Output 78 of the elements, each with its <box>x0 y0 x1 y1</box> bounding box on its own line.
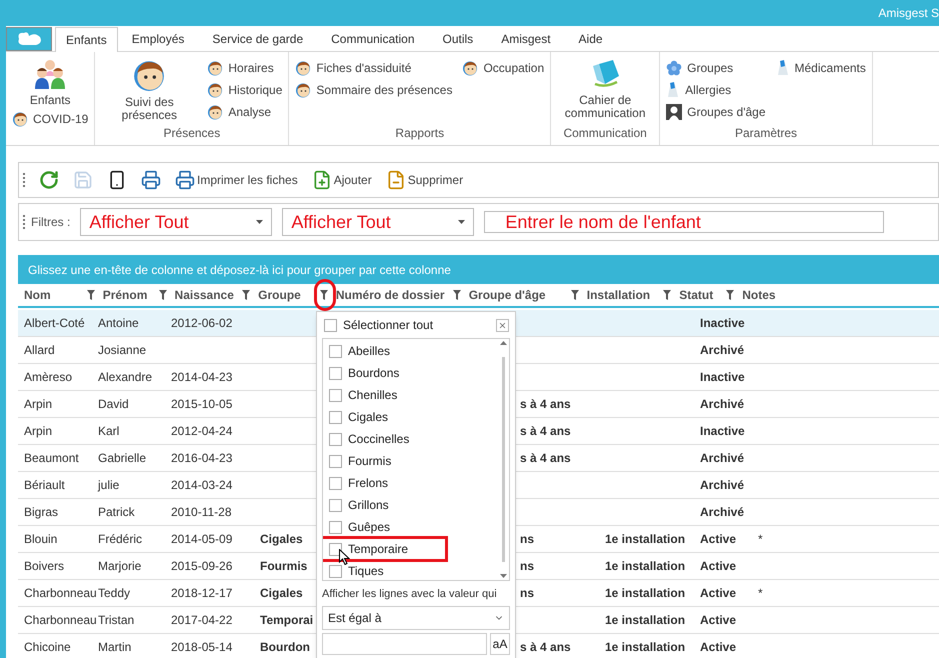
table-cell-text: Boivers <box>24 558 64 575</box>
table-cell-text: 1e installation <box>605 612 686 629</box>
table-cell-text: * <box>758 531 763 548</box>
table-cell-text: Amèreso <box>24 369 72 386</box>
table-cell-text: Archivé <box>700 342 744 359</box>
table-cell-text: Archivé <box>700 477 744 494</box>
table-cell-text: Bigras <box>24 504 58 521</box>
table-cell-text: Albert-Coté <box>24 315 85 332</box>
ribbon-group-label: Paramètres <box>734 125 798 142</box>
table-cell-text: Fourmis <box>260 558 308 575</box>
table-cell-text: Active <box>700 639 736 656</box>
table-cell-text: s à 4 ans <box>520 396 571 413</box>
ribbon-group-label: Communication <box>562 125 648 142</box>
table-cell-text: Cigales <box>260 585 303 602</box>
group-panel: Glissez une en-tête de colonne et déposez-là ici pour grouper par cette colonne <box>18 255 939 284</box>
table-cell-text: Antoine <box>98 315 139 332</box>
table-cell-text: Alexandre <box>98 369 152 386</box>
table-cell-text: Martin <box>98 639 132 656</box>
table-cell-text: Arpin <box>24 396 52 413</box>
ribbon-group-label: Rapports <box>394 125 446 142</box>
table-cell-text: julie <box>98 477 120 494</box>
table-cell-text: Gabrielle <box>98 450 146 467</box>
table-cell-text: Temporai <box>260 612 314 629</box>
table-cell-text: Charbonneau <box>24 585 97 602</box>
window-title: Amisgest S <box>878 5 939 22</box>
table-cell-text: Charbonneau <box>24 612 97 629</box>
table-cell-text: Allard <box>24 342 55 359</box>
table-cell-text: 2017-04-22 <box>171 612 232 629</box>
table-cell-text: 1e installation <box>605 531 686 548</box>
table-cell-text: Archivé <box>700 396 744 413</box>
table-cell-text: s à 4 ans <box>520 639 571 656</box>
table-cell-text: Active <box>700 612 736 629</box>
table-cell-text: * <box>758 585 763 602</box>
table-cell-text: 1e installation <box>605 585 686 602</box>
table-cell-text: Archivé <box>700 450 744 467</box>
table-cell-text: s à 4 ans <box>520 450 571 467</box>
table-cell-text: Josianne <box>98 342 146 359</box>
table-cell-text: Chicoine <box>24 639 71 656</box>
table-cell-text: 2018-12-17 <box>171 585 232 602</box>
table-cell-text: Bourdon <box>260 639 310 656</box>
table-cell-text: Frédéric <box>98 531 142 548</box>
table-cell-text: ns <box>520 558 534 575</box>
table-cell-text: Beaumont <box>24 450 79 467</box>
table-cell-text: Active <box>700 558 736 575</box>
table-cell-text: 2014-04-23 <box>171 369 232 386</box>
table-cell-text: s à 4 ans <box>520 423 571 440</box>
table-cell-text: Cigales <box>260 531 303 548</box>
table-cell-text: 2014-03-24 <box>171 477 232 494</box>
table-cell-text: 2012-04-24 <box>171 423 232 440</box>
table-cell-text: 1e installation <box>605 639 686 656</box>
table-cell-text: 2014-05-09 <box>171 531 232 548</box>
condition-label: Afficher les lignes avec la valeur qui <box>322 587 498 602</box>
table-cell-text: Patrick <box>98 504 135 521</box>
table-cell-text: 2016-04-23 <box>171 450 232 467</box>
table-cell-text: 2012-06-02 <box>171 315 232 332</box>
table-cell-text: Inactive <box>700 423 745 440</box>
table-cell-text: 1e installation <box>605 558 686 575</box>
table-cell-text: David <box>98 396 129 413</box>
table-cell-text: Arpin <box>24 423 52 440</box>
table-cell-text: 2018-05-14 <box>171 639 232 656</box>
filters-label: Filtres : <box>31 214 70 231</box>
table-cell-text: Bériault <box>24 477 65 494</box>
table-cell-text: Teddy <box>98 585 130 602</box>
table-cell-text: Tristan <box>98 612 134 629</box>
table-cell-text: ns <box>520 531 534 548</box>
table-cell-text: 2015-10-05 <box>171 396 232 413</box>
table-cell-text: Inactive <box>700 369 745 386</box>
table-cell-text: Inactive <box>700 315 745 332</box>
table-cell-text: Blouin <box>24 531 58 548</box>
table-cell-text: Marjorie <box>98 558 142 575</box>
table-cell-text: Karl <box>98 423 120 440</box>
table-cell-text: Active <box>700 531 736 548</box>
ribbon-group-label: Présences <box>162 125 222 142</box>
table-cell-text: 2010-11-28 <box>171 504 232 521</box>
table-cell-text: 2015-09-26 <box>171 558 232 575</box>
table-cell-text: ns <box>520 585 534 602</box>
table-cell-text: Active <box>700 585 736 602</box>
table-cell-text: Archivé <box>700 504 744 521</box>
